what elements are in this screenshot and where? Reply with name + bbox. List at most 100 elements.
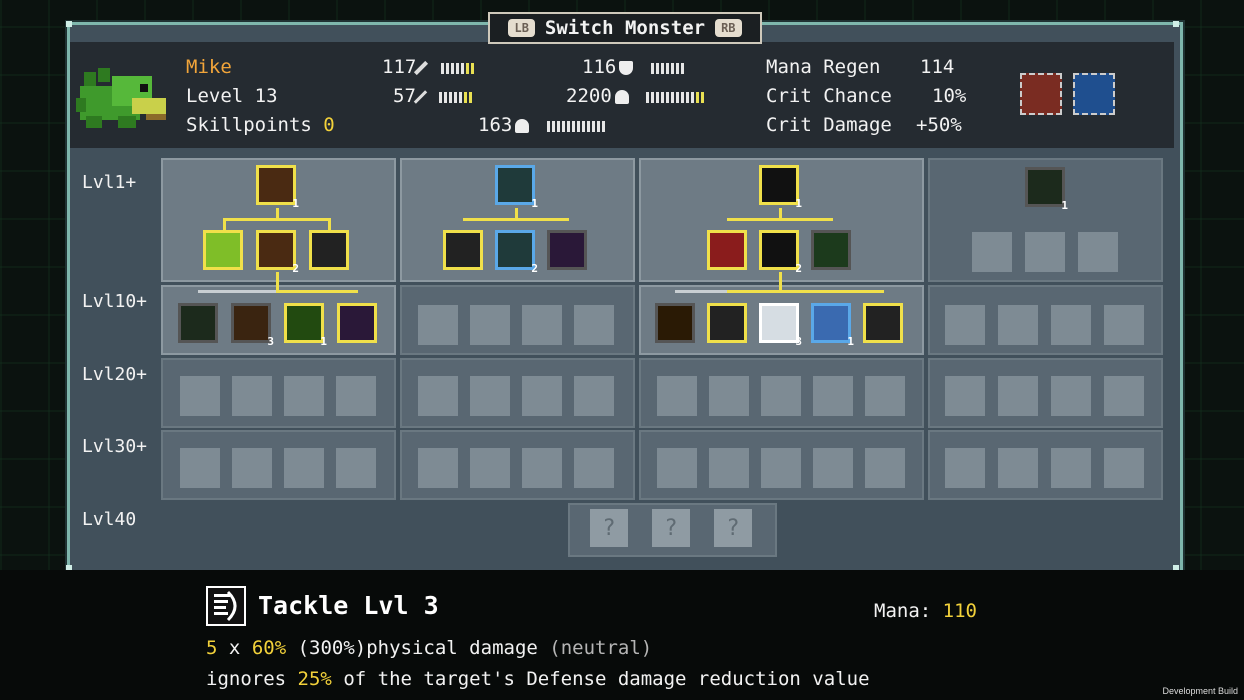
rb-button[interactable]: RB [715,19,742,37]
tree-connector [223,218,331,221]
health-bars [646,86,706,108]
mana-regen-value: 114 [920,56,955,78]
skill-node-locked[interactable] [284,376,324,416]
crit-damage-value: +50% [916,114,962,136]
skill-node-spores[interactable]: 1 [495,165,538,210]
skill-node-locked[interactable] [232,376,272,416]
skill-node-locked[interactable] [1104,305,1144,345]
skill-node-claw-2[interactable]: 2 [256,230,299,275]
skill-node-sword-buff[interactable] [309,230,349,270]
skill-node-locked[interactable] [657,376,697,416]
magic-value: 57 [393,85,416,107]
skill-node-locked[interactable] [574,305,614,345]
skill-node-locked[interactable] [284,448,324,488]
skill-node-tackle-3[interactable]: 3 [759,303,802,348]
tree-connector [276,290,358,293]
switch-monster-bar: LB Switch Monster RB [488,12,762,44]
skill-node-locked[interactable] [945,376,985,416]
skill-node-heart-leaf[interactable] [178,303,218,343]
skill-node-locked[interactable] [336,448,376,488]
skill-node-locked[interactable] [998,376,1038,416]
skill-node-locked[interactable] [709,448,749,488]
row-label-lvl30: Lvl30+ [82,436,148,457]
lb-button[interactable]: LB [508,19,535,37]
skill-node-locked[interactable] [761,376,801,416]
sword-icon [414,60,429,75]
skill-node-locked[interactable] [1104,448,1144,488]
mana-regen-label: Mana Regen [766,56,881,78]
ignore-percent: 25% [297,668,332,690]
locked-skill-3: ? [714,509,752,547]
row-label-lvl1: Lvl1+ [82,172,137,193]
skill-node-locked[interactable] [522,448,562,488]
skill-node-locked[interactable] [180,376,220,416]
skill-node-locked[interactable] [945,305,985,345]
skill-node-spear[interactable] [337,303,377,343]
defense-value: 116 [582,56,617,78]
skill-node-locked[interactable] [998,448,1038,488]
skill-node-scales[interactable] [203,230,243,270]
mana-icon [515,118,530,133]
skill-node-locked[interactable] [865,448,905,488]
skill-node-blade[interactable] [811,230,851,270]
skill-node-locked[interactable] [1051,305,1091,345]
skill-node-locked[interactable] [574,448,614,488]
skill-node-locked[interactable] [418,376,458,416]
health-value: 2200 [566,85,612,107]
skill-node-heart-buff[interactable] [707,303,747,343]
tree-connector [328,218,331,230]
skill-node-locked[interactable] [865,376,905,416]
skill-node-locked[interactable] [1025,232,1065,272]
skill-node-shadow[interactable] [547,230,587,270]
tackle-icon-glyph [214,590,237,622]
magic-stat: 57 [393,85,474,108]
skill-node-ice[interactable]: 1 [811,303,854,348]
skill-node-locked[interactable] [418,305,458,345]
skill-node-locked[interactable] [470,305,510,345]
skill-node-locked[interactable] [972,232,1012,272]
skill-node-claw-3[interactable]: 3 [231,303,274,348]
skill-node-locked[interactable] [813,448,853,488]
shield-icon [619,60,634,75]
skill-node-locked[interactable] [1051,448,1091,488]
skill-node-locked[interactable] [470,376,510,416]
defense-bars [650,57,686,79]
skill-node-locked[interactable] [813,376,853,416]
monster-name: Mike [186,56,232,78]
skill-node-claw[interactable]: 1 [256,165,299,210]
skill-node-locked[interactable] [336,376,376,416]
skill-node-locked[interactable] [761,448,801,488]
skill-node-locked[interactable] [522,376,562,416]
mana-stat: 163 [478,114,607,137]
skill-node-rage[interactable] [707,230,747,270]
skill-node-tackle-2[interactable]: 2 [759,230,802,275]
skill-node-locked[interactable] [1104,376,1144,416]
tree-connector [727,290,884,293]
skill-node-locked[interactable] [574,376,614,416]
skill-node-mana-buff[interactable] [443,230,483,270]
skill-node-locked[interactable] [418,448,458,488]
water-shield-icon [1073,73,1115,115]
skill-node-locked[interactable] [945,448,985,488]
tree-connector [276,272,279,292]
tree-connector [727,218,833,221]
skill-node-locked[interactable] [522,305,562,345]
skill-node-target[interactable]: 1 [1025,167,1068,212]
skill-node-locked[interactable] [709,376,749,416]
skill-node-sun-plus[interactable] [655,303,695,343]
skill-node-locked[interactable] [232,448,272,488]
skill-node-sword-buff-2[interactable] [863,303,903,343]
times-symbol: x [228,637,241,659]
crit-damage-label: Crit Damage [766,114,892,136]
skill-node-locked[interactable] [1051,376,1091,416]
heart-icon [614,89,629,104]
skill-node-locked[interactable] [470,448,510,488]
skill-node-locked[interactable] [657,448,697,488]
skill-node-spores-2[interactable]: 2 [495,230,538,275]
skill-node-locked[interactable] [998,305,1038,345]
skill-node-locked[interactable] [1078,232,1118,272]
skill-node-poison-wave[interactable]: 1 [284,303,327,348]
crit-chance-value: 10% [932,85,967,107]
skill-node-tackle[interactable]: 1 [759,165,802,210]
skill-node-locked[interactable] [180,448,220,488]
